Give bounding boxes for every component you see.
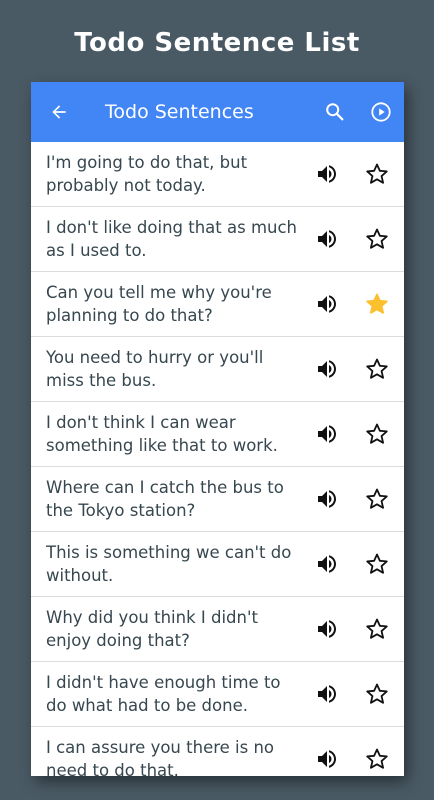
speak-button[interactable] xyxy=(304,662,350,727)
arrow-back-icon xyxy=(52,105,66,119)
favorite-button[interactable] xyxy=(350,467,404,532)
volume-icon xyxy=(318,425,336,443)
sentence-row[interactable]: You need to hurry or you'll miss the bus… xyxy=(31,337,404,402)
sentence-text: I can assure you there is no need to do … xyxy=(46,738,275,776)
volume-icon xyxy=(318,620,336,638)
play-circle-icon xyxy=(371,102,391,122)
star-icon xyxy=(366,163,388,184)
sentence-text: I don't like doing that as much as I use… xyxy=(46,218,298,260)
back-button[interactable] xyxy=(31,82,87,142)
sentence-row[interactable]: I'm going to do that, but probably not t… xyxy=(31,142,404,207)
app-bar: Todo Sentences xyxy=(31,82,404,142)
star-filled-icon xyxy=(366,293,388,314)
speak-button[interactable] xyxy=(304,402,350,467)
favorite-button[interactable] xyxy=(350,727,404,777)
sentence-list: I'm going to do that, but probably not t… xyxy=(31,142,404,776)
search-button[interactable] xyxy=(312,82,358,142)
star-icon xyxy=(366,423,388,444)
sentence-row[interactable]: Where can I catch the bus to the Tokyo s… xyxy=(31,467,404,532)
volume-icon xyxy=(318,295,336,313)
star-icon xyxy=(366,488,388,509)
star-icon xyxy=(366,358,388,379)
speak-button[interactable] xyxy=(304,142,350,207)
favorite-button[interactable] xyxy=(350,142,404,207)
sentence-text: Why did you think I didn't enjoy doing t… xyxy=(46,608,258,650)
search-icon xyxy=(326,103,344,121)
sentence-text: I don't think I can wear something like … xyxy=(46,413,278,455)
sentence-text: You need to hurry or you'll miss the bus… xyxy=(46,348,264,390)
favorite-button[interactable] xyxy=(350,532,404,597)
volume-icon xyxy=(318,750,336,768)
star-icon xyxy=(366,618,388,639)
sentence-row[interactable]: I don't like doing that as much as I use… xyxy=(31,207,404,272)
sentence-row[interactable]: Why did you think I didn't enjoy doing t… xyxy=(31,597,404,662)
volume-icon xyxy=(318,165,336,183)
sentence-row[interactable]: I can assure you there is no need to do … xyxy=(31,727,404,776)
speak-button[interactable] xyxy=(304,337,350,402)
sentence-row[interactable]: Can you tell me why you're planning to d… xyxy=(31,272,404,337)
app-bar-title: Todo Sentences xyxy=(105,101,254,123)
favorite-button[interactable] xyxy=(350,272,404,337)
volume-icon xyxy=(318,490,336,508)
promo-title: Todo Sentence List xyxy=(74,28,360,58)
speak-button[interactable] xyxy=(304,272,350,337)
favorite-button[interactable] xyxy=(350,597,404,662)
volume-icon xyxy=(318,360,336,378)
sentence-row[interactable]: I don't think I can wear something like … xyxy=(31,402,404,467)
star-icon xyxy=(366,553,388,574)
volume-icon xyxy=(318,555,336,573)
sentence-text: Where can I catch the bus to the Tokyo s… xyxy=(46,478,284,520)
star-icon xyxy=(366,748,388,769)
sentence-text: I didn't have enough time to do what had… xyxy=(46,673,281,715)
app-screen: Todo Sentences I'm going to do that, but… xyxy=(31,82,404,776)
sentence-row[interactable]: This is something we can't do without. xyxy=(31,532,404,597)
speak-button[interactable] xyxy=(304,597,350,662)
star-icon xyxy=(366,228,388,249)
speak-button[interactable] xyxy=(304,207,350,272)
volume-icon xyxy=(318,230,336,248)
play-all-button[interactable] xyxy=(358,82,404,142)
favorite-button[interactable] xyxy=(350,662,404,727)
sentence-row[interactable]: I didn't have enough time to do what had… xyxy=(31,662,404,727)
speak-button[interactable] xyxy=(304,467,350,532)
favorite-button[interactable] xyxy=(350,402,404,467)
sentence-text: This is something we can't do without. xyxy=(46,543,292,585)
favorite-button[interactable] xyxy=(350,207,404,272)
volume-icon xyxy=(318,685,336,703)
speak-button[interactable] xyxy=(304,727,350,777)
star-icon xyxy=(366,683,388,704)
speak-button[interactable] xyxy=(304,532,350,597)
sentence-text: Can you tell me why you're planning to d… xyxy=(46,283,272,325)
sentence-text: I'm going to do that, but probably not t… xyxy=(46,153,248,195)
favorite-button[interactable] xyxy=(350,337,404,402)
